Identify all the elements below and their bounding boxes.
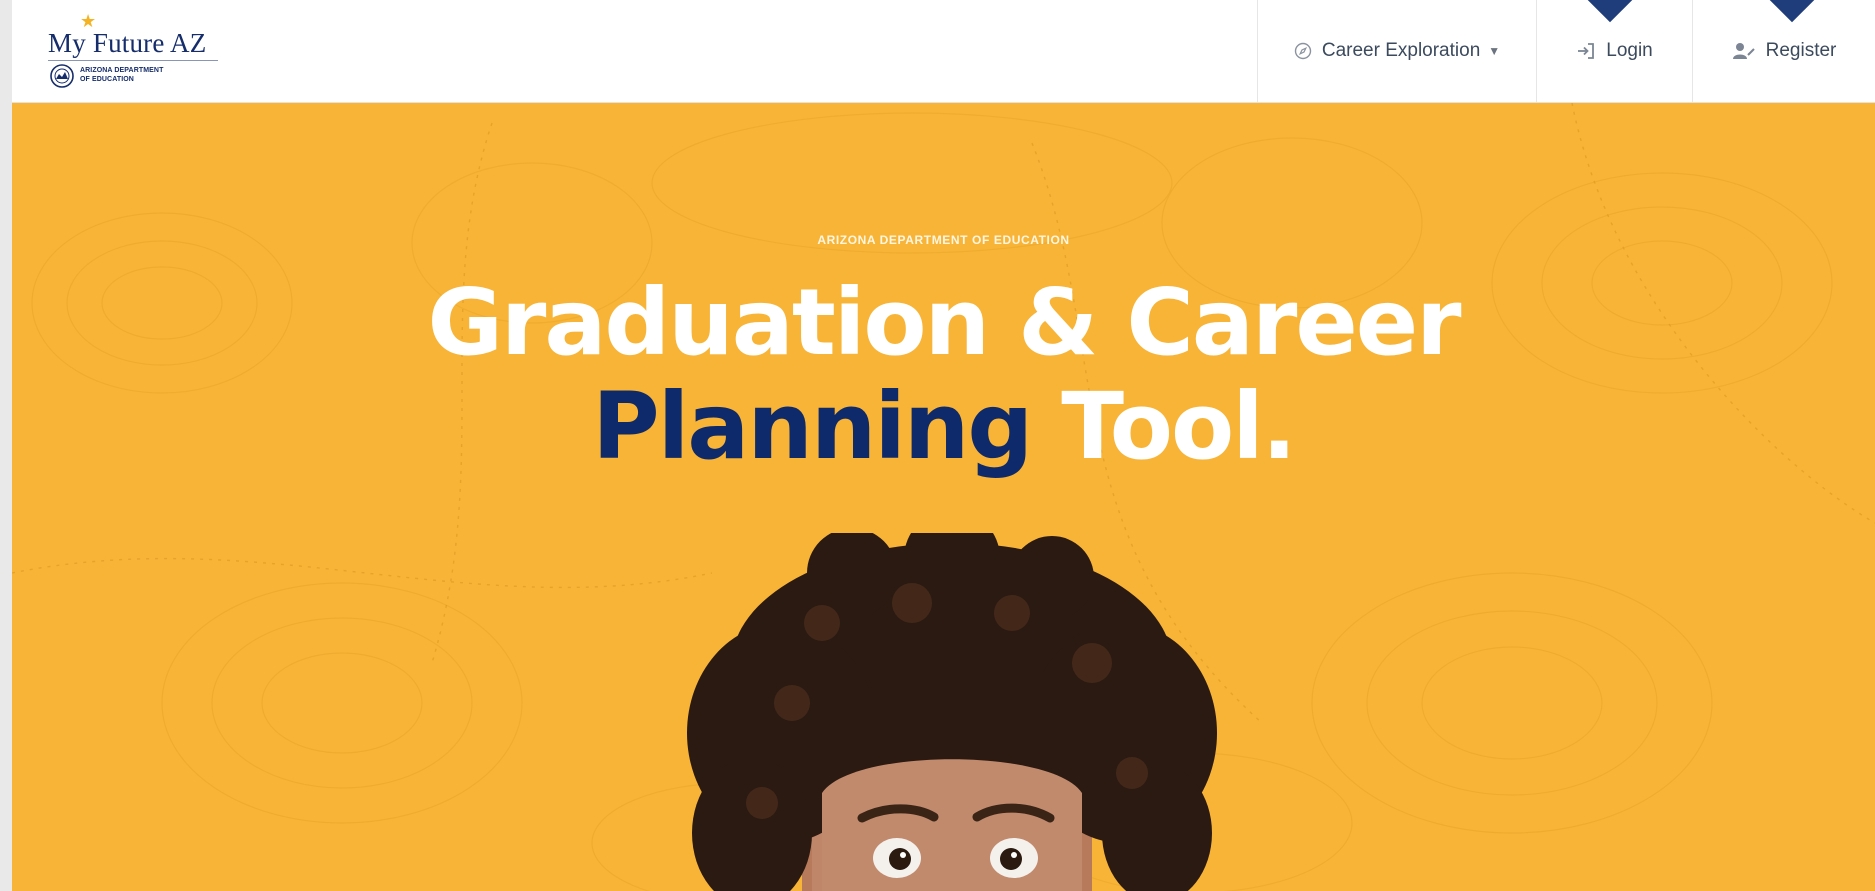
register-link[interactable]: Register [1692, 0, 1875, 102]
logo-subtitle-line1: ARIZONA DEPARTMENT [80, 67, 164, 74]
register-label: Register [1765, 40, 1837, 61]
state-seal-icon [50, 64, 74, 88]
hero-title-rest: Tool. [1031, 373, 1296, 480]
user-plus-icon [1732, 43, 1755, 59]
career-exploration-label: Career Exploration [1321, 40, 1481, 61]
logo-title: My Future AZ [48, 28, 207, 58]
logo-subtitle: ARIZONA DEPARTMENT OF EDUCATION [80, 66, 200, 84]
login-label: Login [1606, 40, 1653, 61]
chevron-down-icon: ▼ [1488, 44, 1501, 58]
site-header: ★ My Future AZ ARIZONA DEPARTMENT OF EDU… [12, 0, 1875, 103]
site-logo[interactable]: ★ My Future AZ ARIZONA DEPARTMENT OF EDU… [48, 12, 218, 94]
hero-title: Graduation & Career Planning Tool. [12, 271, 1875, 479]
hero-eyebrow: ARIZONA DEPARTMENT OF EDUCATION [817, 233, 1070, 247]
hero-person-image [687, 533, 1217, 891]
sign-in-icon [1578, 43, 1595, 59]
career-exploration-menu[interactable]: Career Exploration ▼ [1257, 0, 1536, 102]
logo-subtitle-line2: OF EDUCATION [80, 76, 134, 83]
page-frame: ★ My Future AZ ARIZONA DEPARTMENT OF EDU… [12, 0, 1875, 891]
main-nav: Career Exploration ▼ Login Register [1257, 0, 1875, 102]
compass-icon [1294, 42, 1312, 60]
logo-divider [48, 60, 218, 61]
hero-title-highlight: Planning [592, 373, 1033, 480]
hero-title-line1: Graduation & Career [427, 269, 1461, 376]
hero-banner: ARIZONA DEPARTMENT OF EDUCATION Graduati… [12, 103, 1875, 891]
